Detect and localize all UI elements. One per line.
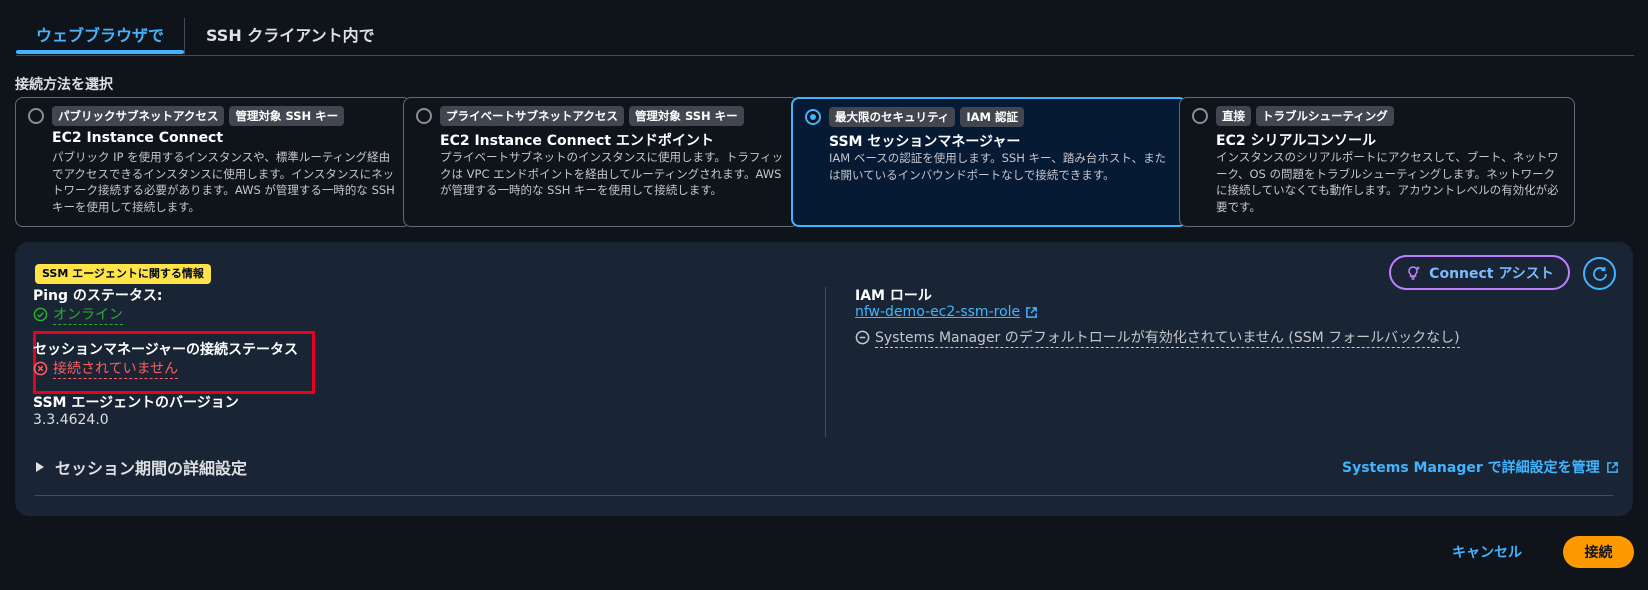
default-role-text: Systems Manager のデフォルトロールが有効化されていません (SS… (875, 327, 1460, 348)
tab-divider (184, 18, 185, 54)
option-description: インスタンスのシリアルポートにアクセスして、ブート、ネットワーク、OS の問題を… (1216, 150, 1559, 214)
refresh-button[interactable] (1583, 257, 1616, 290)
minus-circle-icon (855, 330, 870, 345)
agent-version-value: 3.3.4624.0 (33, 412, 109, 428)
option-badge: パブリックサブネットアクセス (52, 106, 225, 126)
manage-settings-link[interactable]: Systems Manager で詳細設定を管理 (1342, 457, 1619, 477)
ssm-info-badge: SSM エージェントに関する情報 (35, 264, 211, 284)
option-description: プライベートサブネットのインスタンスに使用します。トラフィックは VPC エンド… (440, 150, 784, 197)
expander-divider (35, 495, 1613, 496)
refresh-icon (1591, 265, 1609, 283)
session-settings-expander[interactable]: セッション期間の詳細設定 (35, 455, 247, 479)
radio-ec2-serial-console[interactable] (1192, 108, 1208, 124)
connect-assist-label: Connect アシスト (1429, 265, 1554, 282)
option-ec2-instance-connect[interactable]: パブリックサブネットアクセス 管理対象 SSH キー EC2 Instance … (15, 97, 411, 227)
option-description: パブリック IP を使用するインスタンスや、標準ルーティング経由でアクセスできる… (52, 150, 395, 214)
session-status-text: 接続されていません (53, 358, 179, 379)
option-ec2-serial-console[interactable]: 直接 トラブルシューティング EC2 シリアルコンソール インスタンスのシリアル… (1179, 97, 1575, 227)
cancel-button[interactable]: キャンセル (1452, 536, 1522, 568)
ping-status-label: Ping のステータス: (33, 288, 163, 304)
option-badge: 直接 (1216, 106, 1251, 126)
check-circle-icon (33, 307, 48, 322)
iam-role-text[interactable]: nfw-demo-ec2-ssm-role (855, 304, 1020, 320)
tab-web-browser[interactable]: ウェブブラウザで (36, 22, 164, 46)
option-ec2-instance-connect-endpoint[interactable]: プライベートサブネットアクセス 管理対象 SSH キー EC2 Instance… (403, 97, 799, 227)
column-divider (825, 287, 826, 437)
connect-assist-button[interactable]: Connect アシスト (1389, 255, 1570, 290)
tab-ssh-client[interactable]: SSH クライアント内で (206, 22, 375, 46)
connection-tabs: ウェブブラウザで SSH クライアント内で (16, 0, 1634, 56)
ping-status-text: オンライン (53, 304, 123, 325)
option-badge: 最大限のセキュリティ (829, 107, 956, 127)
option-description: IAM ベースの認証を使用します。SSH キー、踏み台ホスト、または開いているイ… (829, 151, 1167, 182)
ping-status-value: オンライン (33, 304, 123, 325)
session-settings-label: セッション期間の詳細設定 (55, 459, 248, 478)
external-link-icon (1606, 461, 1619, 474)
option-title: EC2 Instance Connect (52, 130, 224, 146)
external-link-icon (1025, 306, 1038, 319)
connect-method-label: 接続方法を選択 (15, 77, 113, 93)
connect-button[interactable]: 接続 (1563, 536, 1634, 568)
option-badge: IAM 認証 (960, 107, 1024, 127)
option-badge: トラブルシューティング (1256, 106, 1394, 126)
option-ssm-session-manager[interactable]: 最大限のセキュリティ IAM 認証 SSM セッションマネージャー IAM ベー… (791, 97, 1187, 227)
radio-ec2-instance-connect[interactable] (28, 108, 44, 124)
session-status-value: 接続されていません (33, 358, 179, 379)
lightbulb-sparkle-icon (1405, 265, 1421, 281)
default-role-note: Systems Manager のデフォルトロールが有効化されていません (SS… (855, 327, 1460, 348)
manage-settings-text[interactable]: Systems Manager で詳細設定を管理 (1342, 457, 1600, 477)
radio-ec2-instance-connect-endpoint[interactable] (416, 108, 432, 124)
agent-version-label: SSM エージェントのバージョン (33, 395, 239, 411)
caret-right-icon (35, 461, 45, 473)
ssm-info-panel: SSM エージェントに関する情報 Connect アシスト Ping のステータ… (15, 242, 1633, 516)
radio-ssm-session-manager[interactable] (805, 109, 821, 125)
option-badge: 管理対象 SSH キー (229, 106, 345, 126)
iam-role-label: IAM ロール (855, 288, 932, 304)
error-circle-icon (33, 361, 48, 376)
option-badge: 管理対象 SSH キー (628, 106, 744, 126)
option-title: EC2 Instance Connect エンドポイント (440, 133, 714, 149)
option-badge: プライベートサブネットアクセス (440, 106, 624, 126)
session-status-label: セッションマネージャーの接続ステータス (33, 342, 299, 358)
iam-role-link[interactable]: nfw-demo-ec2-ssm-role (855, 304, 1038, 320)
active-tab-indicator (16, 50, 184, 54)
option-title: EC2 シリアルコンソール (1216, 133, 1377, 149)
option-title: SSM セッションマネージャー (829, 134, 1021, 150)
